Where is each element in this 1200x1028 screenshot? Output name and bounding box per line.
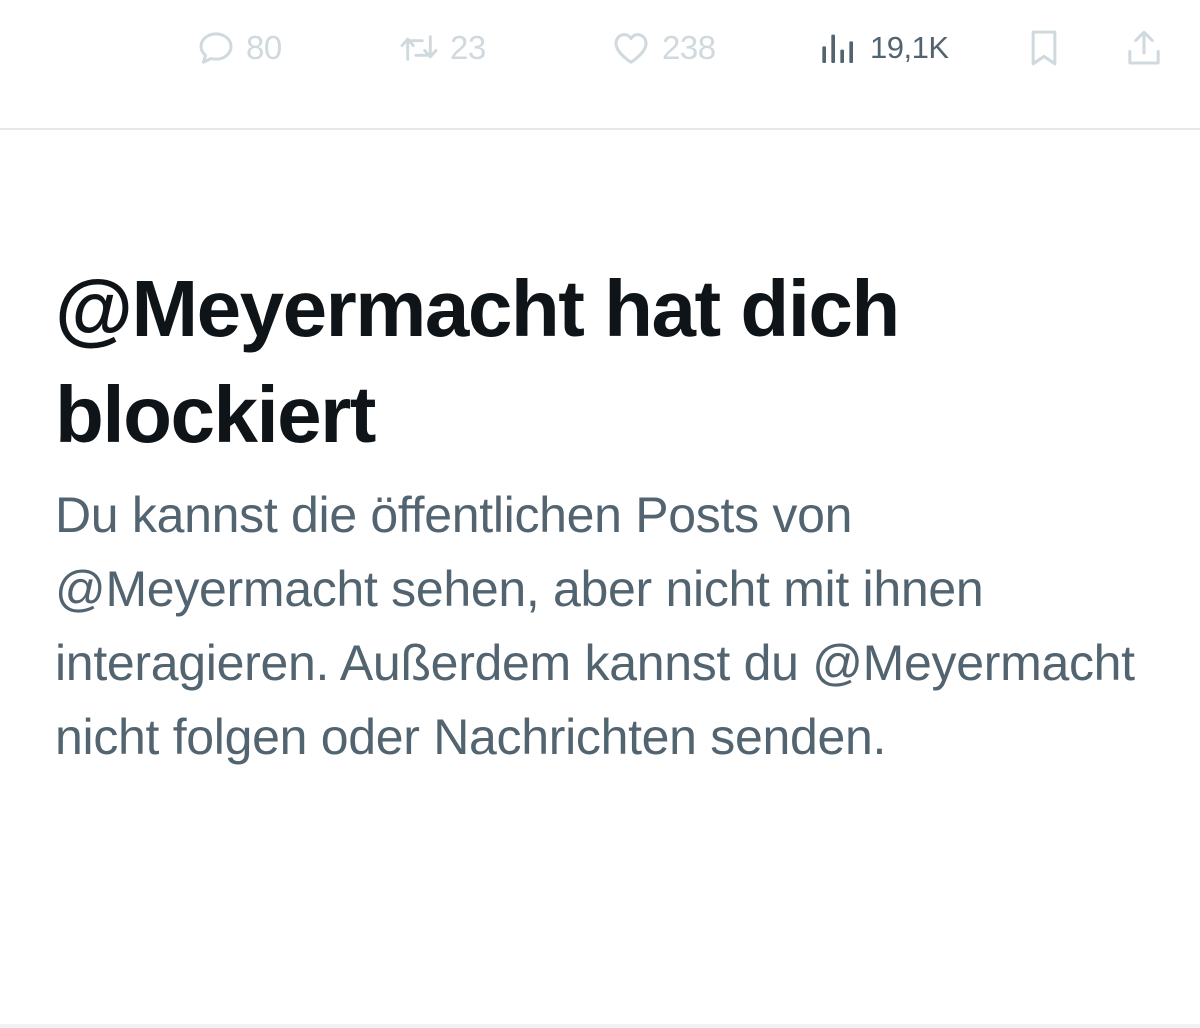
share-button[interactable]: [1124, 22, 1164, 74]
blocked-notice-description: Du kannst die öffentlichen Posts von @Me…: [55, 487, 1135, 765]
like-count: 238: [662, 29, 716, 66]
reply-icon: [196, 28, 236, 68]
reply-button[interactable]: 80: [196, 22, 282, 74]
like-button[interactable]: 238: [610, 22, 716, 74]
share-icon: [1124, 26, 1164, 70]
bookmark-button[interactable]: [1024, 22, 1064, 74]
heart-icon: [610, 28, 652, 68]
views-button[interactable]: 19,1K: [818, 22, 949, 74]
repost-count: 23: [450, 29, 486, 66]
repost-button[interactable]: 23: [398, 22, 486, 74]
blocked-notice: @Meyermacht hat dich blockiert Du kannst…: [55, 256, 1155, 774]
bookmark-icon: [1024, 26, 1064, 70]
bottom-divider: [0, 1024, 1200, 1028]
views-chart-icon: [818, 28, 860, 68]
blocked-notice-title: @Meyermacht hat dich blockiert: [55, 264, 900, 459]
repost-icon: [398, 28, 440, 68]
tweet-action-bar: 80 23 238 19,1K: [0, 0, 1200, 130]
views-count: 19,1K: [870, 30, 949, 65]
reply-count: 80: [246, 29, 282, 66]
